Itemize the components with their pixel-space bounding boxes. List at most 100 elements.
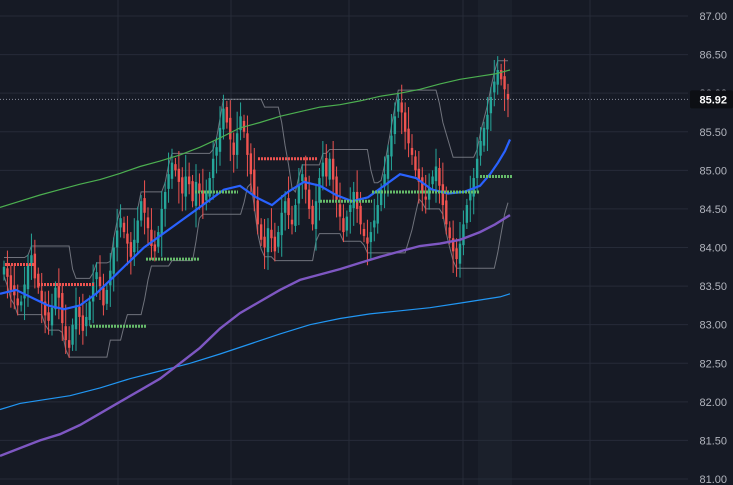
candle-body (290, 219, 294, 225)
candle-body (311, 205, 314, 225)
candle-body (397, 99, 400, 112)
candle-body (301, 174, 304, 182)
chart-canvas[interactable]: 87.0086.5086.0085.5085.0084.5084.0083.50… (0, 0, 733, 485)
candle-body (489, 97, 493, 114)
candle-body (414, 156, 417, 171)
candle-body (469, 193, 472, 201)
y-tick-label: 82.00 (699, 397, 727, 409)
y-tick-label: 83.50 (699, 281, 727, 293)
candle-body (359, 205, 362, 225)
candle-body (167, 174, 170, 189)
candle-body (67, 340, 71, 348)
candle-body (98, 276, 102, 287)
candle-body (163, 191, 167, 209)
candle-body (225, 107, 229, 123)
candle-body (362, 228, 366, 236)
y-tick-label: 85.50 (699, 127, 727, 139)
candle-body (191, 181, 194, 202)
candle-body (40, 290, 43, 302)
candle-body (321, 162, 325, 177)
candle-body (373, 220, 376, 228)
candle-body (366, 237, 369, 244)
candle-body (482, 127, 486, 146)
candle-body (403, 112, 407, 132)
candle-body (88, 301, 91, 321)
current-price-label: 85.92 (699, 94, 727, 106)
candle-body (16, 298, 19, 306)
candle-body (95, 272, 98, 280)
candle-body (187, 176, 191, 185)
candle-body (74, 305, 78, 330)
candle-body (506, 93, 510, 100)
y-tick-label: 83.00 (699, 320, 727, 332)
candle-body (486, 114, 489, 130)
candle-body (26, 264, 30, 290)
candle-body (259, 224, 263, 240)
candle-body (256, 200, 259, 225)
candle-body (434, 166, 438, 182)
candle-body (102, 287, 105, 306)
candle-body (81, 315, 85, 331)
candle-body (174, 164, 177, 171)
candle-body (273, 236, 277, 252)
candle-body (325, 157, 328, 177)
candle-body (85, 316, 88, 327)
candle-body (19, 301, 23, 306)
candle-body (458, 243, 462, 264)
candle-body (345, 216, 349, 231)
candle-body (33, 253, 37, 279)
candle-body (170, 162, 174, 179)
candle-body (266, 228, 270, 253)
candle-body (253, 169, 256, 198)
candle-body (328, 158, 331, 180)
candle-body (115, 230, 119, 248)
candle-body (211, 158, 215, 179)
candle-body (136, 220, 139, 243)
candle-body (9, 275, 13, 290)
candle-body (105, 289, 109, 304)
candle-body (194, 181, 198, 206)
candle-body (157, 232, 160, 247)
candle-body (338, 204, 342, 217)
candle-body (205, 193, 208, 201)
candle-body (126, 233, 129, 244)
candle-body (2, 266, 6, 275)
y-tick-label: 86.50 (699, 50, 727, 62)
candle-body (160, 208, 163, 236)
candle-body (441, 184, 445, 206)
y-tick-label: 81.50 (699, 435, 727, 447)
candle-body (448, 227, 451, 239)
candle-body (386, 154, 390, 179)
candle-body (280, 212, 283, 236)
candle-body (64, 326, 67, 341)
candle-body (349, 205, 352, 213)
y-tick-label: 87.00 (699, 11, 727, 23)
y-tick-label: 82.50 (699, 358, 727, 370)
candle-body (229, 117, 232, 140)
candle-body (181, 177, 184, 194)
candle-body (6, 268, 9, 277)
y-tick-label: 85.00 (699, 165, 727, 177)
candle-body (270, 229, 273, 239)
candle-body (129, 242, 133, 257)
candle-body (496, 70, 499, 85)
candle-body (57, 286, 61, 298)
candle-body (112, 247, 115, 274)
candle-body (499, 70, 503, 80)
candle-body (438, 168, 441, 186)
candle-body (297, 185, 301, 204)
candle-body (277, 232, 280, 247)
candle-body (263, 236, 266, 248)
candle-body (465, 205, 469, 223)
candle-body (184, 176, 187, 197)
y-tick-label: 84.00 (699, 243, 727, 255)
candle-body (146, 217, 150, 229)
candle-body (287, 198, 290, 216)
candle-body (119, 218, 122, 228)
candle-body (133, 239, 136, 253)
candle-body (208, 178, 211, 197)
price-chart[interactable]: 87.0086.5086.0085.5085.0084.5084.0083.50… (0, 0, 733, 485)
candle-body (122, 222, 126, 233)
candle-body (393, 116, 397, 135)
candle-body (143, 198, 146, 213)
